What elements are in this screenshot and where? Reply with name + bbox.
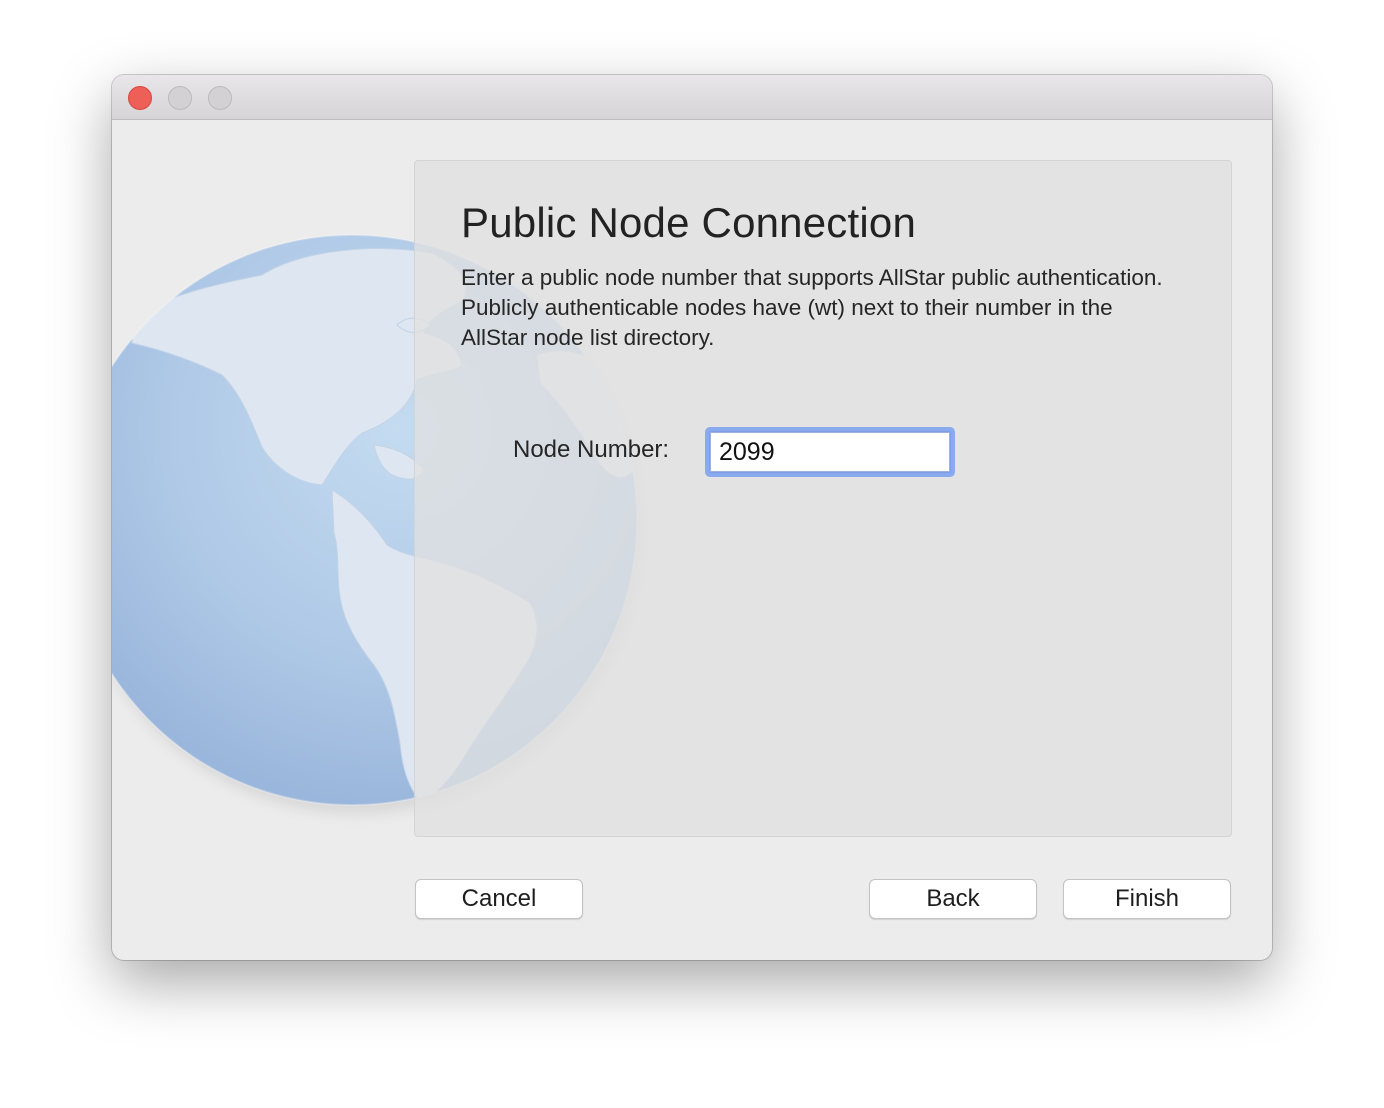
content-panel: Public Node Connection Enter a public no…: [414, 160, 1232, 837]
minimize-icon[interactable]: [168, 86, 192, 110]
title-bar[interactable]: [112, 75, 1272, 120]
close-icon[interactable]: [128, 86, 152, 110]
page-description: Enter a public node number that supports…: [461, 265, 1163, 350]
assistant-window: Public Node Connection Enter a public no…: [112, 75, 1272, 960]
finish-button[interactable]: Finish: [1063, 879, 1231, 919]
zoom-icon[interactable]: [208, 86, 232, 110]
node-number-field-focus-ring: [705, 427, 955, 477]
page-title: Public Node Connection: [461, 199, 917, 246]
node-number-input[interactable]: [710, 432, 950, 472]
node-number-label: Node Number:: [513, 436, 670, 463]
back-button[interactable]: Back: [869, 879, 1037, 919]
cancel-button[interactable]: Cancel: [415, 879, 583, 919]
